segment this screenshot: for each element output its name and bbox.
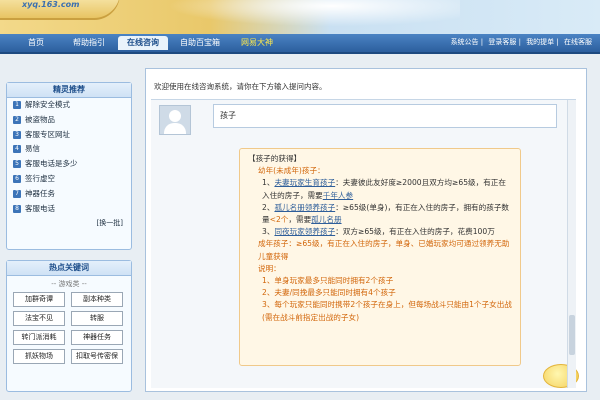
link-couple-adopt[interactable]: 同夜玩家领养孩子 (274, 227, 335, 236)
answer-note-2: 2、夫妻/同挽最多只能同时拥有4个孩子 (262, 288, 396, 298)
tab-home[interactable]: 首页 (18, 36, 54, 50)
hot-keywords-title: 热点关键词 (7, 261, 131, 276)
link-orphan-register[interactable]: 孤儿名册 (311, 215, 341, 224)
recommend-panel: 精灵推荐 1 解除安全模式 2 被盗物品 3 客服专区网址 4 易信 5 客服电话是多少 … (6, 82, 132, 250)
chat-area: 孩子 【孩子的获得】 幼年(未成年)孩子： 1、夫妻玩家生育孩子：夫妻彼此友好度… (151, 99, 579, 388)
tab-netease-dashen[interactable]: 网易大神 (234, 36, 280, 50)
user-avatar (159, 105, 191, 135)
recommend-item[interactable]: 4 易信 (7, 142, 131, 157)
recommend-item[interactable]: 5 客服电话是多少 (7, 157, 131, 172)
tab-self-service[interactable]: 自助百宝箱 (172, 36, 228, 50)
answer-note-3: 3、每个玩家只能同时携带2个孩子在身上，但每场战斗只能由1个子女出战(需在战斗前… (262, 300, 512, 322)
link-orphan-adopt[interactable]: 孤儿名册领养孩子 (274, 203, 335, 212)
link-online-service[interactable]: 在线客服 (564, 38, 592, 46)
tab-online-consult[interactable]: 在线咨询 (118, 36, 168, 50)
recommend-item[interactable]: 1 解除安全模式 (7, 98, 131, 113)
hot-keywords-panel: 热点关键词 -- 游戏类 -- 加群奇谭 副本种类 法宝不见 转服 转门派消耗 … (6, 260, 132, 392)
keyword-button[interactable]: 法宝不见 (13, 311, 65, 326)
answer-line-1: 1、夫妻玩家生育孩子：夫妻彼此友好度≥2000且双方均≥65级，有正在入住的房子… (262, 178, 506, 200)
answer-note-1: 1、单身玩家最多只能同时拥有2个孩子 (262, 276, 394, 286)
scrollbar-thumb[interactable] (569, 315, 575, 355)
welcome-text: 欢迎使用在线咨询系统，请你在下方输入提问内容。 (154, 82, 327, 91)
sidebar: 精灵推荐 1 解除安全模式 2 被盗物品 3 客服专区网址 4 易信 5 客服电话是多少 … (6, 82, 132, 392)
consult-main: 欢迎使用在线咨询系统，请你在下方输入提问内容。 孩子 【孩子的获得】 幼年(未成… (145, 68, 587, 392)
answer-section-young: 幼年(未成年)孩子： (258, 166, 325, 176)
site-banner: xyq.163.com (0, 0, 600, 34)
recommend-item[interactable]: 6 签行虚空 (7, 172, 131, 187)
answer-card: 【孩子的获得】 幼年(未成年)孩子： 1、夫妻玩家生育孩子：夫妻彼此友好度≥20… (239, 148, 521, 366)
tab-help[interactable]: 帮助指引 (66, 36, 112, 50)
keyword-button[interactable]: 扣取号传密保 (71, 349, 123, 364)
link-login-service[interactable]: 登录客服 (488, 38, 516, 46)
avatar-head-icon (169, 110, 181, 122)
link-birth-child[interactable]: 夫妻玩家生育孩子 (274, 178, 335, 187)
recommend-title: 精灵推荐 (7, 83, 131, 98)
keyword-button[interactable]: 加群奇谭 (13, 292, 65, 307)
recommend-item[interactable]: 7 神器任务 (7, 187, 131, 202)
refresh-batch-link[interactable]: [换一批] (7, 216, 131, 230)
hot-keywords-subtitle: -- 游戏类 -- (51, 280, 87, 288)
keyword-button[interactable]: 神器任务 (71, 330, 123, 345)
keyword-grid: 加群奇谭 副本种类 法宝不见 转服 转门派消耗 神器任务 抓妖物场 扣取号传密保 (7, 292, 131, 364)
keyword-button[interactable]: 副本种类 (71, 292, 123, 307)
recommend-item[interactable]: 2 被盗物品 (7, 113, 131, 128)
link-system-notice[interactable]: 系统公告 (451, 38, 479, 46)
answer-line-3: 3、同夜玩家领养孩子：双方≥65级，有正在入住的房子，花费100万 (262, 227, 495, 237)
link-my-tickets[interactable]: 我的提单 (526, 38, 554, 46)
avatar-body-icon (164, 123, 186, 134)
answer-line-2: 2、孤儿名册领养孩子：≥65级(单身)，有正在入住的房子，拥有的孩子数量<2个，… (262, 202, 510, 225)
answer-section-adult: 成年孩子：≥65级，有正在入住的房子，单身、已婚玩家均可通过领养无助儿童获得 (258, 239, 510, 261)
nav-right-links: 系统公告 | 登录客服 | 我的提单 | 在线客服 (450, 38, 592, 46)
link-ginseng[interactable]: 千年人参 (323, 191, 353, 200)
keyword-button[interactable]: 转门派消耗 (13, 330, 65, 345)
answer-note-title: 说明： (258, 263, 281, 273)
top-nav: 首页 帮助指引 在线咨询 自助百宝箱 网易大神 系统公告 | 登录客服 | 我的… (0, 34, 600, 54)
site-url: xyq.163.com (22, 0, 80, 9)
answer-title: 【孩子的获得】 (248, 154, 302, 163)
keyword-button[interactable]: 抓妖物场 (13, 349, 65, 364)
recommend-item[interactable]: 8 客服电话 (7, 202, 131, 217)
question-bubble: 孩子 (213, 104, 557, 128)
chat-scrollbar[interactable] (567, 100, 576, 388)
banner-decoration (140, 0, 460, 30)
recommend-item[interactable]: 3 客服专区网址 (7, 128, 131, 143)
keyword-button[interactable]: 转服 (71, 311, 123, 326)
